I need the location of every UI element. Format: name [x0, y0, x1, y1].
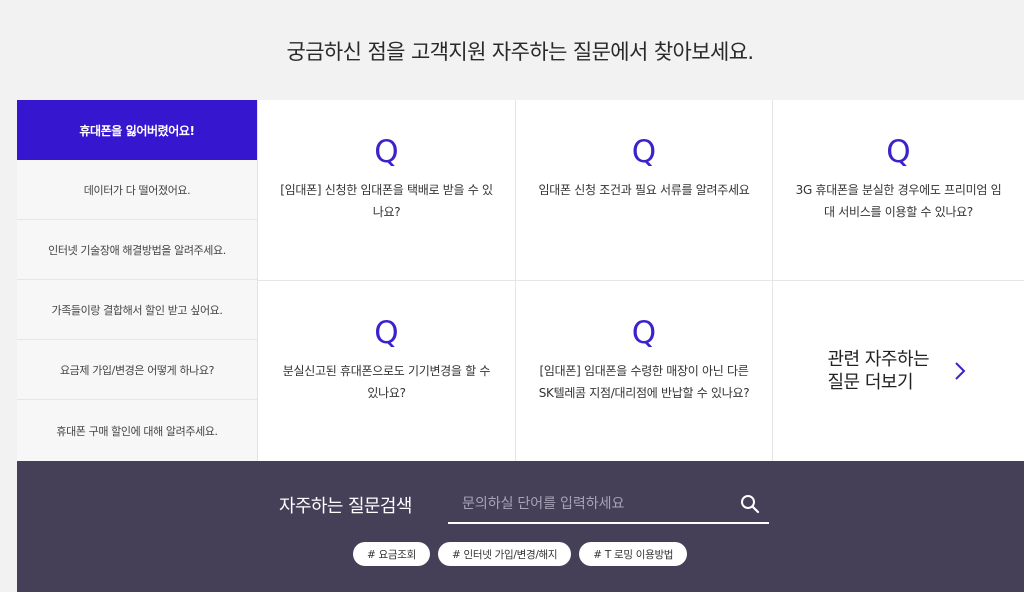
more-faq-link[interactable]: 관련 자주하는 질문 더보기 [773, 281, 1024, 461]
faq-search-box [448, 485, 769, 524]
chevron-right-icon [954, 362, 965, 380]
faq-card[interactable]: Q [임대폰] 임대폰을 수령한 매장이 아닌 다른 SK텔레콤 지점/대리점에… [516, 281, 773, 461]
faq-question: [임대폰] 신청한 임대폰을 택배로 받을 수 있나요? [280, 183, 493, 219]
faq-question: 3G 휴대폰을 분실한 경우에도 프리미엄 임대 서비스를 이용할 수 있나요? [795, 183, 1002, 219]
tag-roaming-guide[interactable]: # T 로밍 이용방법 [579, 542, 688, 566]
more-faq-label: 관련 자주하는 질문 더보기 [827, 349, 930, 393]
category-plan-change[interactable]: 요금제 가입/변경은 어떻게 하나요? [17, 340, 257, 400]
category-data-exhausted[interactable]: 데이터가 다 떨어졌어요. [17, 160, 257, 220]
faq-search-band: 자주하는 질문검색 # 요금조회 # 인터넷 가입/변경/해지 # T 로밍 이… [17, 461, 1024, 592]
faq-card[interactable]: Q [임대폰] 신청한 임대폰을 택배로 받을 수 있나요? [258, 100, 516, 281]
faq-search-title: 자주하는 질문검색 [279, 496, 412, 517]
tag-billing-inquiry[interactable]: # 요금조회 [353, 542, 430, 566]
page-title: 궁금하신 점을 고객지원 자주하는 질문에서 찾아보세요. [286, 40, 754, 64]
q-mark: Q [631, 315, 657, 351]
faq-category-list: 휴대폰을 잃어버렸어요! 데이터가 다 떨어졌어요. 인터넷 기술장애 해결방법… [17, 100, 258, 461]
faq-card[interactable]: Q 분실신고된 휴대폰으로도 기기변경을 할 수 있나요? [258, 281, 516, 461]
search-tag-list: # 요금조회 # 인터넷 가입/변경/해지 # T 로밍 이용방법 [353, 542, 688, 566]
faq-card[interactable]: Q 3G 휴대폰을 분실한 경우에도 프리미엄 임대 서비스를 이용할 수 있나… [773, 100, 1024, 281]
category-phone-discount[interactable]: 휴대폰 구매 할인에 대해 알려주세요. [17, 400, 257, 461]
faq-question: 분실신고된 휴대폰으로도 기기변경을 할 수 있나요? [282, 364, 491, 400]
q-mark: Q [886, 134, 911, 170]
category-lost-phone[interactable]: 휴대폰을 잃어버렸어요! [17, 100, 257, 160]
faq-card[interactable]: Q 임대폰 신청 조건과 필요 서류를 알려주세요 [516, 100, 773, 281]
faq-section: 휴대폰을 잃어버렸어요! 데이터가 다 떨어졌어요. 인터넷 기술장애 해결방법… [17, 100, 1024, 461]
faq-grid: Q [임대폰] 신청한 임대폰을 택배로 받을 수 있나요? Q 임대폰 신청 … [258, 100, 1024, 461]
q-mark: Q [374, 315, 399, 351]
q-mark: Q [631, 134, 657, 170]
category-internet-trouble[interactable]: 인터넷 기술장애 해결방법을 알려주세요. [17, 220, 257, 280]
search-icon[interactable] [739, 493, 761, 515]
faq-question: 임대폰 신청 조건과 필요 서류를 알려주세요 [538, 183, 750, 197]
faq-question: [임대폰] 임대폰을 수령한 매장이 아닌 다른 SK텔레콤 지점/대리점에 반… [538, 364, 750, 400]
q-mark: Q [374, 134, 399, 170]
category-family-bundle[interactable]: 가족들이랑 결합해서 할인 받고 싶어요. [17, 280, 257, 340]
tag-internet-subscription[interactable]: # 인터넷 가입/변경/해지 [437, 542, 572, 566]
faq-search-input[interactable] [448, 485, 733, 521]
